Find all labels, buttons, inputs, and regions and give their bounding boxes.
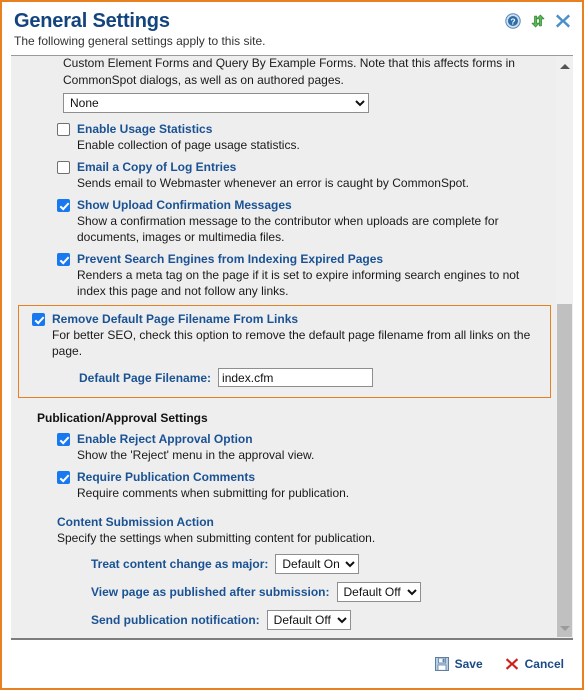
option-enable-usage-statistics: Enable Usage Statistics Enable collectio… <box>37 115 533 153</box>
select-send-publication-notification[interactable]: Default Off <box>266 610 351 630</box>
option-header: Enable Usage Statistics <box>57 122 533 136</box>
checkbox-enable-reject-approval[interactable] <box>57 433 70 446</box>
option-label[interactable]: Prevent Search Engines from Indexing Exp… <box>77 252 383 266</box>
option-description: Show a confirmation message to the contr… <box>77 214 499 244</box>
submission-label: Send publication notification: <box>91 613 260 627</box>
page-subtitle: The following general settings apply to … <box>14 34 266 48</box>
vertical-scrollbar[interactable] <box>555 56 573 638</box>
default-page-filename-input[interactable] <box>218 368 374 387</box>
save-button[interactable]: Save <box>434 657 483 671</box>
highlighted-option-box: Remove Default Page Filename From Links … <box>18 305 551 398</box>
scroll-up-arrow[interactable] <box>556 58 573 75</box>
triangle-down-icon <box>559 626 570 631</box>
form-style-select-row: None <box>37 89 533 115</box>
content-submission-action-description: Specify the settings when submitting con… <box>57 531 376 545</box>
select-view-page-as-published[interactable]: Default Off <box>336 582 421 602</box>
option-header: Prevent Search Engines from Indexing Exp… <box>57 252 533 266</box>
cancel-button-label: Cancel <box>524 657 564 671</box>
dialog-header: General Settings The following general s… <box>2 2 582 55</box>
option-header: Show Upload Confirmation Messages <box>57 198 533 212</box>
option-prevent-search-engines-indexing: Prevent Search Engines from Indexing Exp… <box>37 245 533 299</box>
option-description: Show the 'Reject' menu in the approval v… <box>77 448 315 462</box>
settings-content-body: Custom Element Forms and Query By Exampl… <box>11 56 559 299</box>
submission-label: Treat content change as major: <box>91 557 269 571</box>
scrollbar-thumb[interactable] <box>557 304 572 637</box>
option-label[interactable]: Remove Default Page Filename From Links <box>52 312 298 326</box>
triangle-up-icon <box>559 64 570 69</box>
save-disk-icon <box>434 657 449 671</box>
option-description: Sends email to Webmaster whenever an err… <box>77 176 469 190</box>
default-page-filename-row: Default Page Filename: <box>19 359 550 387</box>
option-description: Renders a meta tag on the page if it is … <box>77 268 520 298</box>
option-description: Enable collection of page usage statisti… <box>77 138 300 152</box>
submission-row-view-page-as-published: View page as published after submission:… <box>37 574 533 602</box>
settings-dialog-window: General Settings The following general s… <box>0 0 584 690</box>
option-require-publication-comments: Require Publication Comments Require com… <box>37 463 533 501</box>
publication-section: Publication/Approval Settings Enable Rej… <box>11 398 559 640</box>
cancel-button[interactable]: Cancel <box>505 657 564 671</box>
submission-row-treat-content-change-as-major: Treat content change as major: Default O… <box>37 546 533 574</box>
option-label[interactable]: Email a Copy of Log Entries <box>77 160 236 174</box>
help-icon[interactable]: ? <box>505 13 521 29</box>
page-title: General Settings <box>14 10 170 32</box>
option-header: Email a Copy of Log Entries <box>57 160 533 174</box>
submission-row-send-approvers-notification-email: Send approvers notification email: Defau… <box>37 630 533 640</box>
option-email-copy-of-log-entries: Email a Copy of Log Entries Sends email … <box>37 153 533 191</box>
option-show-upload-confirmation-messages: Show Upload Confirmation Messages Show a… <box>37 191 533 245</box>
settings-scroll-panel: Custom Element Forms and Query By Exampl… <box>11 55 573 640</box>
option-description: Require comments when submitting for pub… <box>77 486 350 500</box>
checkbox-remove-default-page-filename[interactable] <box>32 313 45 326</box>
dialog-footer: Save Cancel <box>2 640 582 688</box>
header-icon-group: ? <box>505 13 571 29</box>
option-label[interactable]: Require Publication Comments <box>77 470 255 484</box>
checkbox-email-copy-of-log-entries[interactable] <box>57 161 70 174</box>
cancel-x-icon <box>505 658 518 670</box>
checkbox-enable-usage-statistics[interactable] <box>57 123 70 136</box>
settings-content: Custom Element Forms and Query By Exampl… <box>11 56 559 640</box>
select-send-approvers-notification-email[interactable]: Default Off <box>295 638 379 640</box>
option-enable-reject-approval: Enable Reject Approval Option Show the '… <box>37 425 533 463</box>
submission-label: View page as published after submission: <box>91 585 330 599</box>
submission-row-send-publication-notification: Send publication notification: Default O… <box>37 602 533 630</box>
option-remove-default-page-filename: Remove Default Page Filename From Links … <box>19 312 550 359</box>
checkbox-prevent-search-engines-indexing[interactable] <box>57 253 70 266</box>
checkbox-require-publication-comments[interactable] <box>57 471 70 484</box>
option-label[interactable]: Show Upload Confirmation Messages <box>77 198 292 212</box>
checkbox-show-upload-confirmation-messages[interactable] <box>57 199 70 212</box>
scroll-down-arrow[interactable] <box>556 620 573 637</box>
option-label[interactable]: Enable Usage Statistics <box>77 122 212 136</box>
option-header: Remove Default Page Filename From Links <box>32 312 550 326</box>
publication-settings-heading: Publication/Approval Settings <box>37 411 208 425</box>
content-submission-action-heading: Content Submission Action <box>57 515 214 529</box>
svg-text:?: ? <box>510 17 515 27</box>
default-page-filename-label: Default Page Filename: <box>79 370 212 385</box>
option-header: Enable Reject Approval Option <box>57 432 533 446</box>
close-icon[interactable] <box>555 13 571 29</box>
intro-text: Custom Element Forms and Query By Exampl… <box>63 56 515 87</box>
option-description: For better SEO, check this option to rem… <box>52 328 531 358</box>
refresh-icon[interactable] <box>530 13 546 29</box>
option-label[interactable]: Enable Reject Approval Option <box>77 432 253 446</box>
save-button-label: Save <box>454 657 483 671</box>
select-treat-content-change-as-major[interactable]: Default On <box>275 554 360 574</box>
form-style-select[interactable]: None <box>63 93 369 113</box>
option-header: Require Publication Comments <box>57 470 533 484</box>
